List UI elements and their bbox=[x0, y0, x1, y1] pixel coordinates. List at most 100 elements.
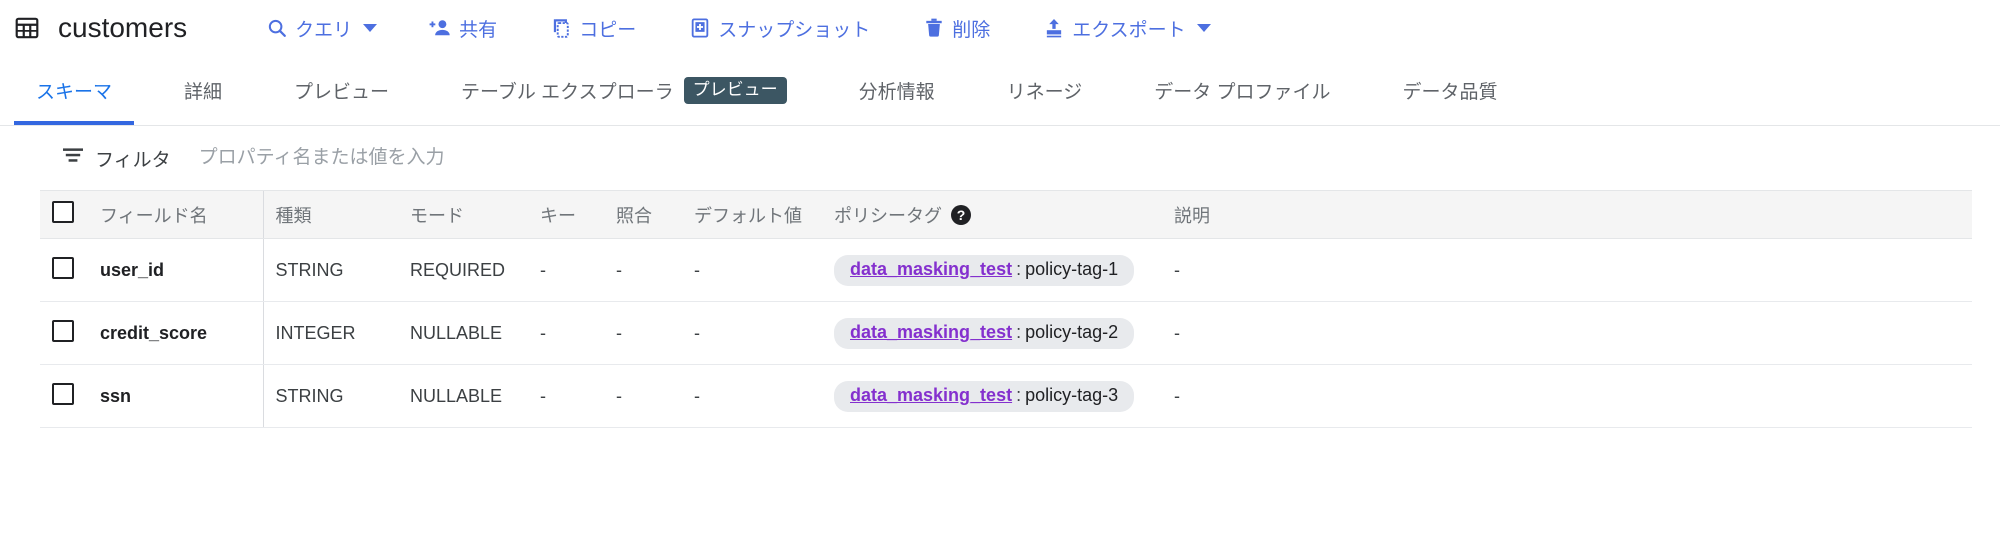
column-header-mode[interactable]: モード bbox=[398, 190, 528, 239]
schema-table-container: フィールド名 種類 モード キー 照合 デフォルト値 ポリシータグ ? 説明 u… bbox=[0, 190, 2000, 428]
tab-details-label: 詳細 bbox=[184, 82, 223, 103]
tab-data-profile[interactable]: データ プロファイル bbox=[1132, 56, 1352, 125]
cell-policy-tags: data_masking_test : policy-tag-2 bbox=[822, 301, 1162, 365]
cell-collation: - bbox=[604, 364, 682, 428]
tab-preview[interactable]: プレビュー bbox=[272, 56, 411, 125]
top-toolbar: customers クエリ 共有 コピー スナップショット 削除 エクスポート bbox=[0, 0, 2000, 56]
preview-badge: プレビュー bbox=[683, 76, 787, 105]
help-icon[interactable]: ? bbox=[951, 204, 971, 225]
tab-lineage-label: リネージ bbox=[1006, 82, 1083, 103]
policy-tag-chip[interactable]: data_masking_test : policy-tag-2 bbox=[834, 317, 1135, 349]
column-header-policy-tags[interactable]: ポリシータグ ? bbox=[822, 190, 1162, 239]
cell-key: - bbox=[528, 238, 604, 302]
cell-mode: REQUIRED bbox=[398, 238, 528, 302]
export-button[interactable]: エクスポート bbox=[1038, 9, 1214, 48]
share-button[interactable]: 共有 bbox=[425, 9, 501, 48]
tab-data-profile-label: データ プロファイル bbox=[1154, 82, 1331, 103]
cell-description: - bbox=[1162, 238, 1972, 302]
policy-taxonomy-link[interactable]: data_masking_test bbox=[850, 322, 1012, 343]
copy-button-label: コピー bbox=[579, 19, 637, 41]
cell-description: - bbox=[1162, 301, 1972, 365]
snapshot-button-label: スナップショット bbox=[718, 19, 871, 41]
column-header-type[interactable]: 種類 bbox=[262, 190, 398, 239]
copy-button[interactable]: コピー bbox=[545, 9, 640, 48]
filter-button[interactable]: フィルタ bbox=[62, 145, 171, 172]
table-row[interactable]: ssn STRING NULLABLE - - - data_masking_t… bbox=[40, 364, 1972, 428]
column-header-default-value[interactable]: デフォルト値 bbox=[682, 190, 822, 239]
tab-bar: スキーマ 詳細 プレビュー テーブル エクスプローラ プレビュー 分析情報 リネ… bbox=[0, 56, 2000, 126]
filter-bar: フィルタ bbox=[0, 126, 2000, 190]
tab-schema[interactable]: スキーマ bbox=[14, 56, 135, 125]
person-add-icon bbox=[429, 17, 452, 40]
select-all-header bbox=[40, 190, 88, 239]
policy-chip-separator: : bbox=[1016, 384, 1022, 405]
tab-lineage[interactable]: リネージ bbox=[985, 56, 1105, 125]
tab-preview-label: プレビュー bbox=[294, 82, 390, 103]
snapshot-icon bbox=[688, 17, 711, 40]
column-header-key[interactable]: キー bbox=[528, 190, 604, 239]
copy-icon bbox=[549, 17, 572, 40]
share-button-label: 共有 bbox=[459, 19, 498, 41]
table-header-row: フィールド名 種類 モード キー 照合 デフォルト値 ポリシータグ ? 説明 bbox=[40, 190, 1972, 239]
cell-policy-tags: data_masking_test : policy-tag-1 bbox=[822, 238, 1162, 302]
page-title: customers bbox=[58, 12, 188, 43]
tab-insights-label: 分析情報 bbox=[858, 82, 935, 103]
policy-chip-separator: : bbox=[1016, 321, 1022, 342]
row-select-cell bbox=[40, 238, 88, 302]
chevron-down-icon bbox=[1196, 24, 1211, 32]
tab-table-explorer[interactable]: テーブル エクスプローラ プレビュー bbox=[439, 56, 809, 125]
policy-tag-chip[interactable]: data_masking_test : policy-tag-3 bbox=[834, 380, 1135, 412]
query-button-label: クエリ bbox=[295, 19, 353, 41]
filter-list-icon bbox=[62, 146, 84, 170]
policy-tag-name: policy-tag-3 bbox=[1025, 384, 1119, 405]
cell-type: STRING bbox=[262, 238, 398, 302]
column-header-description[interactable]: 説明 bbox=[1162, 190, 1972, 239]
cell-type: STRING bbox=[262, 364, 398, 428]
tab-insights[interactable]: 分析情報 bbox=[837, 56, 957, 125]
cell-field-name: user_id bbox=[88, 238, 263, 302]
cell-collation: - bbox=[604, 238, 682, 302]
tab-data-quality[interactable]: データ品質 bbox=[1381, 56, 1520, 125]
cell-policy-tags: data_masking_test : policy-tag-3 bbox=[822, 364, 1162, 428]
filter-input[interactable] bbox=[196, 146, 821, 170]
cell-default-value: - bbox=[682, 364, 822, 428]
cell-type: INTEGER bbox=[262, 301, 398, 365]
schema-table: フィールド名 種類 モード キー 照合 デフォルト値 ポリシータグ ? 説明 u… bbox=[40, 190, 1972, 428]
select-all-checkbox[interactable] bbox=[52, 201, 74, 223]
cell-field-name: ssn bbox=[88, 364, 263, 428]
policy-tag-name: policy-tag-1 bbox=[1025, 258, 1119, 279]
delete-button-label: 削除 bbox=[952, 19, 991, 41]
row-select-cell bbox=[40, 364, 88, 428]
trash-icon bbox=[922, 17, 945, 40]
filter-label-text: フィルタ bbox=[95, 149, 171, 171]
policy-taxonomy-link[interactable]: data_masking_test bbox=[850, 259, 1012, 280]
cell-collation: - bbox=[604, 301, 682, 365]
column-header-collation[interactable]: 照合 bbox=[604, 190, 682, 239]
search-icon bbox=[265, 17, 288, 40]
table-row[interactable]: credit_score INTEGER NULLABLE - - - data… bbox=[40, 301, 1972, 365]
row-select-cell bbox=[40, 301, 88, 365]
row-checkbox[interactable] bbox=[52, 319, 74, 342]
cell-field-name: credit_score bbox=[88, 301, 263, 365]
tab-table-explorer-label: テーブル エクスプローラ bbox=[461, 82, 674, 103]
column-header-field-name[interactable]: フィールド名 bbox=[88, 190, 263, 239]
row-checkbox[interactable] bbox=[52, 382, 74, 405]
row-checkbox[interactable] bbox=[52, 256, 74, 279]
cell-key: - bbox=[528, 301, 604, 365]
tab-data-quality-label: データ品質 bbox=[1402, 82, 1498, 103]
policy-tag-chip[interactable]: data_masking_test : policy-tag-1 bbox=[834, 254, 1135, 286]
export-button-label: エクスポート bbox=[1072, 19, 1186, 41]
table-row[interactable]: user_id STRING REQUIRED - - - data_maski… bbox=[40, 238, 1972, 302]
export-upload-icon bbox=[1042, 17, 1065, 40]
query-button[interactable]: クエリ bbox=[261, 9, 381, 48]
cell-description: - bbox=[1162, 364, 1972, 428]
policy-chip-separator: : bbox=[1016, 258, 1022, 279]
cell-default-value: - bbox=[682, 301, 822, 365]
policy-taxonomy-link[interactable]: data_masking_test bbox=[850, 385, 1012, 406]
policy-tag-name: policy-tag-2 bbox=[1025, 321, 1119, 342]
cell-mode: NULLABLE bbox=[398, 301, 528, 365]
tab-schema-label: スキーマ bbox=[36, 82, 113, 103]
snapshot-button[interactable]: スナップショット bbox=[684, 9, 874, 48]
tab-details[interactable]: 詳細 bbox=[162, 56, 244, 125]
delete-button[interactable]: 削除 bbox=[918, 9, 994, 48]
